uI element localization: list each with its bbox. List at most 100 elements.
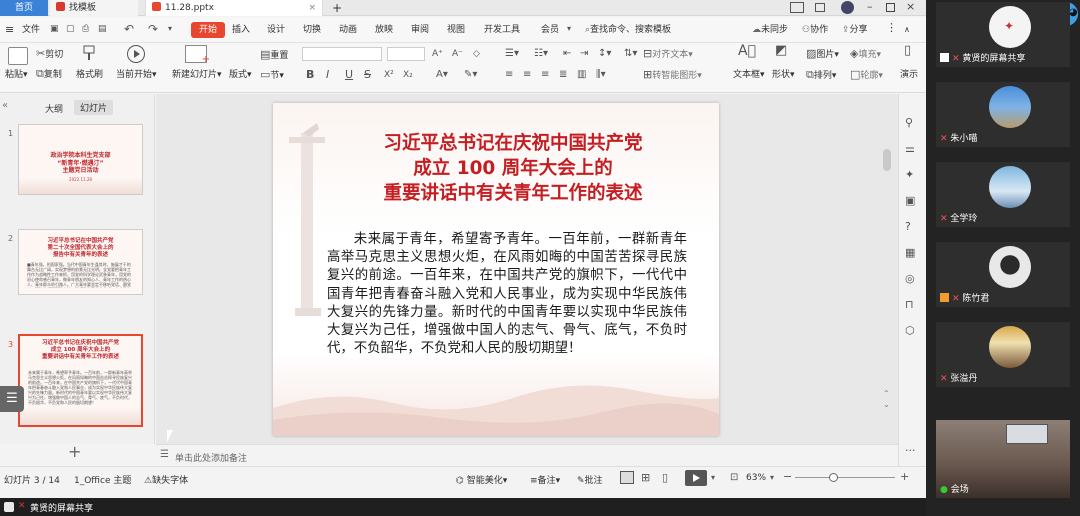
book-icon[interactable]: ⊓ (905, 298, 914, 311)
clear-format-icon[interactable]: ◇ (473, 48, 480, 60)
columns-icon[interactable]: ⫼▾ (596, 69, 606, 81)
paste-icon[interactable] (8, 47, 28, 65)
grid-icon[interactable] (815, 3, 825, 12)
help-icon[interactable]: ? (905, 220, 911, 233)
zoom-level[interactable]: 63% (746, 473, 766, 483)
more-icon[interactable]: ··· (905, 444, 916, 457)
bold-button[interactable]: B (306, 69, 314, 81)
font-size-select[interactable] (387, 47, 425, 61)
bullets-icon[interactable]: ☰▾ (505, 48, 519, 60)
slide-thumbnail-1[interactable]: 政治学院本科生党支部 “新青年·燃遇汀” 主题党日活动 2022.11.28 (18, 124, 143, 195)
restore-icon[interactable] (886, 3, 895, 12)
outdent-icon[interactable]: ⇥ (580, 48, 588, 60)
more-options-icon[interactable]: ⋮ (886, 21, 897, 35)
table-icon[interactable]: ▦ (905, 246, 915, 259)
slide-thumbnail-2[interactable]: 习近平总书记在中国共产党 第二十次全国代表大会上的 报告中有关青年的表述 ■青年… (18, 229, 143, 295)
comments-button[interactable]: ✎批注 (577, 473, 603, 486)
zoom-out-icon[interactable]: − (783, 470, 792, 483)
venue-video-card[interactable]: ● 会场 (936, 420, 1070, 498)
convert-smartart-button[interactable]: ⊞转智能图形▾ (643, 69, 702, 82)
zoom-slider-thumb[interactable] (828, 473, 838, 482)
current-slide[interactable]: 习近平总书记在庆祝中国共产党 成立 100 周年大会上的 重要讲话中有关青年工作… (273, 103, 719, 436)
open-icon[interactable]: ▢ (66, 24, 75, 34)
play-from-start-button[interactable]: 当前开始▾ (116, 69, 157, 81)
layout-icon[interactable] (790, 2, 804, 13)
tab-design[interactable]: 设计 (267, 23, 285, 37)
new-slide-icon[interactable]: + (185, 45, 210, 65)
align-left-icon[interactable]: ≡ (505, 69, 513, 81)
undo-icon[interactable]: ↶ (124, 22, 134, 36)
copy-button[interactable]: ⧉复制 (36, 68, 62, 81)
search-command[interactable]: ⌕查找命令、搜索模板 (585, 23, 671, 37)
strikethrough-button[interactable]: S (364, 69, 371, 81)
paste-button[interactable]: 粘贴▾ (5, 69, 28, 81)
adjust-icon[interactable]: ⚌ (905, 142, 915, 155)
textbox-button[interactable]: 文本框▾ (733, 69, 765, 81)
justify-icon[interactable]: ≣ (559, 69, 567, 81)
font-shrink-icon[interactable]: A⁻ (452, 48, 463, 60)
cube-icon[interactable]: ⬡ (905, 324, 915, 337)
arrange-button[interactable]: ⧉排列▾ (806, 69, 836, 82)
present-icon[interactable]: ▯ (904, 44, 911, 57)
print-icon[interactable]: ⎙ (82, 24, 89, 34)
superscript-icon[interactable]: X² (384, 69, 394, 81)
tab-slides[interactable]: 幻灯片 (74, 100, 114, 115)
participant-card[interactable]: ✕ 朱小喵 (936, 82, 1070, 147)
participant-card[interactable]: ✦ ✕ 黄贤的屏幕共享 (936, 2, 1070, 67)
picture-button[interactable]: ▨图片▾ (806, 48, 839, 61)
tab-view[interactable]: 视图 (447, 23, 465, 37)
tab-insert[interactable]: 插入 (232, 23, 250, 37)
slide-body-text[interactable]: 未来属于青年，希望寄予青年。一百年前，一群新青年高举马克思主义思想火炬，在风雨如… (327, 231, 687, 358)
collapse-ribbon-icon[interactable]: ∧ (904, 23, 910, 37)
menu-file[interactable]: 文件 (22, 23, 40, 37)
font-name-select[interactable] (302, 47, 382, 61)
tab-start[interactable]: 开始 (191, 22, 226, 38)
close-window-icon[interactable]: × (906, 0, 915, 13)
sync-status[interactable]: ☁未同步 (752, 23, 788, 37)
zoom-slider-track[interactable] (795, 477, 895, 478)
redo-icon[interactable]: ↷ (148, 22, 158, 36)
slide-sorter-icon[interactable]: ⊞ (641, 471, 650, 484)
indent-icon[interactable]: ⇤ (563, 48, 571, 60)
textbox-icon[interactable]: A⃞ (738, 44, 756, 58)
italic-button[interactable]: I (326, 69, 329, 81)
align-right-icon[interactable]: ≡ (541, 69, 549, 81)
slide-thumbnail-3[interactable]: 习近平总书记在庆祝中国共产党 成立 100 周年大会上的 重要讲话中有关青年工作… (18, 334, 143, 427)
distribute-icon[interactable]: ▥ (577, 69, 586, 81)
tab-devtools[interactable]: 开发工具 (484, 23, 520, 37)
tab-animation[interactable]: 动画 (339, 23, 357, 37)
align-center-icon[interactable]: ≡ (523, 69, 531, 81)
customize-icon[interactable]: ▾ (168, 24, 172, 33)
close-tab-icon[interactable]: × (308, 0, 316, 16)
tab-review[interactable]: 审阅 (411, 23, 429, 37)
direction-icon[interactable]: ⇅▾ (624, 48, 637, 60)
vertical-scrollbar[interactable] (883, 149, 891, 171)
slideshow-dropdown-icon[interactable]: ▾ (711, 473, 715, 482)
tab-outline[interactable]: 大纲 (45, 102, 63, 115)
add-slide-button[interactable]: + (68, 442, 81, 461)
section-button[interactable]: ▭节▾ (260, 69, 284, 82)
tab-home[interactable]: 首页 (0, 0, 48, 16)
shape-icon[interactable]: ◩ (775, 44, 787, 57)
scroll-down-icon[interactable]: ⌄ (883, 400, 890, 409)
new-slide-button[interactable]: 新建幻灯片▾ (172, 69, 222, 81)
tab-member[interactable]: 会员 (541, 23, 559, 37)
list-menu-icon[interactable]: ☰ (0, 386, 24, 412)
play-icon[interactable] (127, 45, 145, 63)
reset-button[interactable]: ▤重置 (260, 49, 288, 62)
pin-icon[interactable]: ✦ (905, 168, 914, 181)
tab-transition[interactable]: 切换 (303, 23, 321, 37)
line-spacing-icon[interactable]: ↕▾ (598, 48, 611, 60)
new-tab-button[interactable]: + (330, 0, 346, 16)
smart-beautify-button[interactable]: ⌬ 智能美化▾ (456, 473, 507, 486)
font-color-icon[interactable]: A▾ (436, 69, 448, 81)
rocket-icon[interactable]: ⚲ (905, 116, 913, 129)
layout-button[interactable]: 版式▾ (229, 69, 252, 81)
notes-bar[interactable]: ☰ 单击此处添加备注 (156, 444, 898, 466)
tab-file[interactable]: 11.28.pptx × (145, 0, 323, 16)
preview-icon[interactable]: ▤ (98, 24, 107, 34)
clipboard-icon[interactable]: ▣ (905, 194, 915, 207)
format-painter-icon[interactable] (82, 45, 96, 61)
numbering-icon[interactable]: ☷▾ (534, 48, 548, 60)
collab-button[interactable]: ⚇协作 (802, 23, 828, 37)
